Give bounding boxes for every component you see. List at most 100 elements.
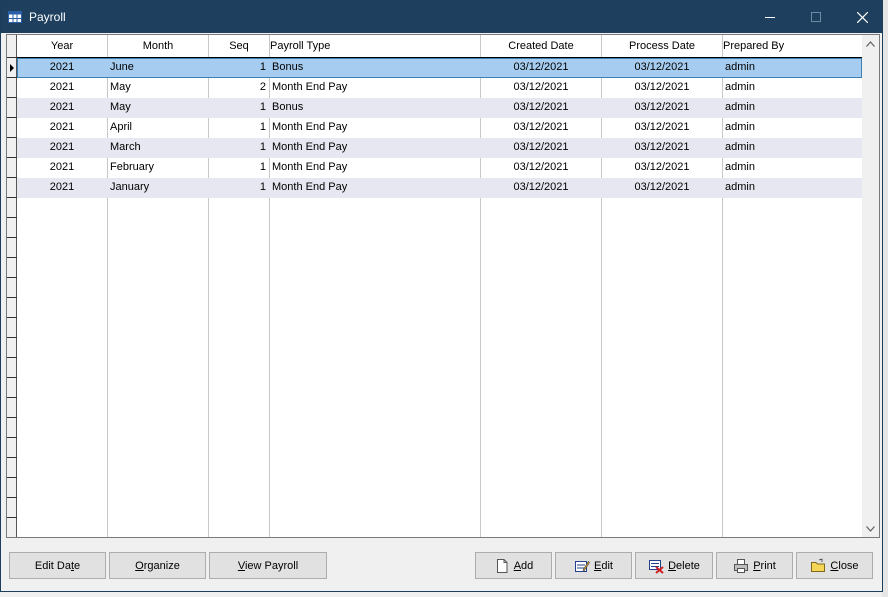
row-selector-divider [7, 177, 17, 178]
edit-date-button[interactable]: Edit Date [9, 552, 106, 579]
row-selector-divider [7, 77, 17, 78]
cell-payroll-type: Month End Pay [272, 141, 348, 153]
row-selector-divider [7, 117, 17, 118]
cell-process-date: 03/12/2021 [634, 101, 690, 113]
edit-button[interactable]: Edit [555, 552, 632, 579]
column-header-year[interactable]: Year [17, 35, 107, 57]
row-selector-divider [7, 257, 17, 258]
cell-process-date: 03/12/2021 [634, 161, 690, 173]
row-selector-divider [7, 417, 17, 418]
row-selector-divider [7, 377, 17, 378]
cell-seq: 1 [259, 101, 266, 113]
delete-button[interactable]: Delete [635, 552, 713, 579]
cell-process-date: 03/12/2021 [634, 121, 690, 133]
cell-created-date: 03/12/2021 [513, 61, 569, 73]
minimize-button[interactable] [747, 1, 793, 33]
cell-payroll-type: Month End Pay [272, 161, 348, 173]
cell-year: 2021 [49, 61, 75, 73]
cell-payroll-type: Bonus [272, 101, 304, 113]
row-selector-divider [7, 317, 17, 318]
row-selector-divider [7, 97, 17, 98]
cell-month: April [110, 121, 133, 133]
table-row[interactable]: 2021 February 1 Month End Pay 03/12/2021… [17, 158, 862, 178]
payroll-window: Payroll Year Month Seq Payroll Type Crea… [0, 0, 883, 592]
cell-month: May [110, 81, 131, 93]
row-selector-divider [7, 357, 17, 358]
table-row[interactable]: 2021 January 1 Month End Pay 03/12/2021 … [17, 178, 862, 198]
cell-created-date: 03/12/2021 [513, 101, 569, 113]
cell-month: February [110, 161, 155, 173]
row-selector-divider [7, 137, 17, 138]
delete-label: Delete [668, 559, 700, 572]
cell-prepared-by: admin [725, 121, 755, 133]
payroll-grid[interactable]: Year Month Seq Payroll Type Created Date… [6, 34, 880, 538]
row-selector-divider [7, 197, 17, 198]
row-selector-divider [7, 517, 17, 518]
column-header-month[interactable]: Month [108, 35, 208, 57]
organize-button[interactable]: Organize [109, 552, 206, 579]
column-header-payroll-type[interactable]: Payroll Type [270, 35, 470, 57]
minimize-icon [765, 17, 775, 18]
cell-month: June [110, 61, 134, 73]
print-button[interactable]: Print [716, 552, 793, 579]
cell-created-date: 03/12/2021 [513, 81, 569, 93]
close-button[interactable]: Close [796, 552, 873, 579]
row-selector-divider [7, 157, 17, 158]
row-selector-divider [7, 337, 17, 338]
table-row[interactable]: 2021 June 1 Bonus 03/12/2021 03/12/2021 … [17, 58, 862, 78]
edit-record-icon [575, 560, 590, 572]
table-row[interactable]: 2021 May 2 Month End Pay 03/12/2021 03/1… [17, 78, 862, 98]
table-row[interactable]: 2021 May 1 Bonus 03/12/2021 03/12/2021 a… [17, 98, 862, 118]
maximize-button[interactable] [793, 1, 839, 33]
column-header-prepared-by[interactable]: Prepared By [723, 35, 853, 57]
cell-process-date: 03/12/2021 [634, 141, 690, 153]
row-selector-divider [7, 497, 17, 498]
cell-prepared-by: admin [725, 141, 755, 153]
print-label: Print [753, 559, 776, 572]
cell-seq: 1 [259, 161, 266, 173]
row-selector-divider [7, 217, 17, 218]
title-bar[interactable]: Payroll [1, 1, 882, 33]
cell-created-date: 03/12/2021 [513, 121, 569, 133]
column-header-created-date[interactable]: Created Date [481, 35, 601, 57]
chevron-down-icon [866, 525, 875, 532]
grid-window-icon [8, 11, 22, 23]
cell-payroll-type: Month End Pay [272, 121, 348, 133]
vertical-scrollbar[interactable] [862, 35, 879, 537]
cell-process-date: 03/12/2021 [634, 181, 690, 193]
view-payroll-button[interactable]: View Payroll [209, 552, 327, 579]
column-header-seq[interactable]: Seq [209, 35, 269, 57]
new-document-icon [496, 558, 508, 573]
table-row[interactable]: 2021 March 1 Month End Pay 03/12/2021 03… [17, 138, 862, 158]
close-icon [856, 11, 868, 23]
cell-year: 2021 [49, 101, 75, 113]
table-row[interactable]: 2021 April 1 Month End Pay 03/12/2021 03… [17, 118, 862, 138]
cell-payroll-type: Bonus [272, 61, 304, 73]
cell-prepared-by: admin [725, 101, 755, 113]
scroll-down-button[interactable] [862, 520, 879, 537]
organize-label: Organize [135, 559, 180, 572]
cell-process-date: 03/12/2021 [634, 81, 690, 93]
cell-seq: 1 [259, 181, 266, 193]
edit-date-label: Edit Date [34, 559, 81, 572]
printer-icon [734, 558, 749, 573]
row-selector-divider [7, 237, 17, 238]
add-button[interactable]: Add [475, 552, 552, 579]
cell-year: 2021 [49, 181, 75, 193]
cell-payroll-type: Month End Pay [272, 81, 348, 93]
close-window-button[interactable] [839, 1, 885, 33]
cell-year: 2021 [49, 81, 75, 93]
cell-year: 2021 [49, 141, 75, 153]
edit-label: Edit [594, 559, 613, 572]
cell-seq: 1 [259, 121, 266, 133]
window-title: Payroll [29, 10, 66, 24]
folder-close-icon [811, 557, 826, 572]
maximize-icon [811, 12, 821, 22]
scroll-up-button[interactable] [862, 35, 879, 52]
row-selector-column[interactable] [7, 35, 17, 537]
cell-prepared-by: admin [725, 61, 755, 73]
cell-prepared-by: admin [725, 181, 755, 193]
cell-prepared-by: admin [725, 161, 755, 173]
column-header-process-date[interactable]: Process Date [602, 35, 722, 57]
cell-month: March [110, 141, 141, 153]
